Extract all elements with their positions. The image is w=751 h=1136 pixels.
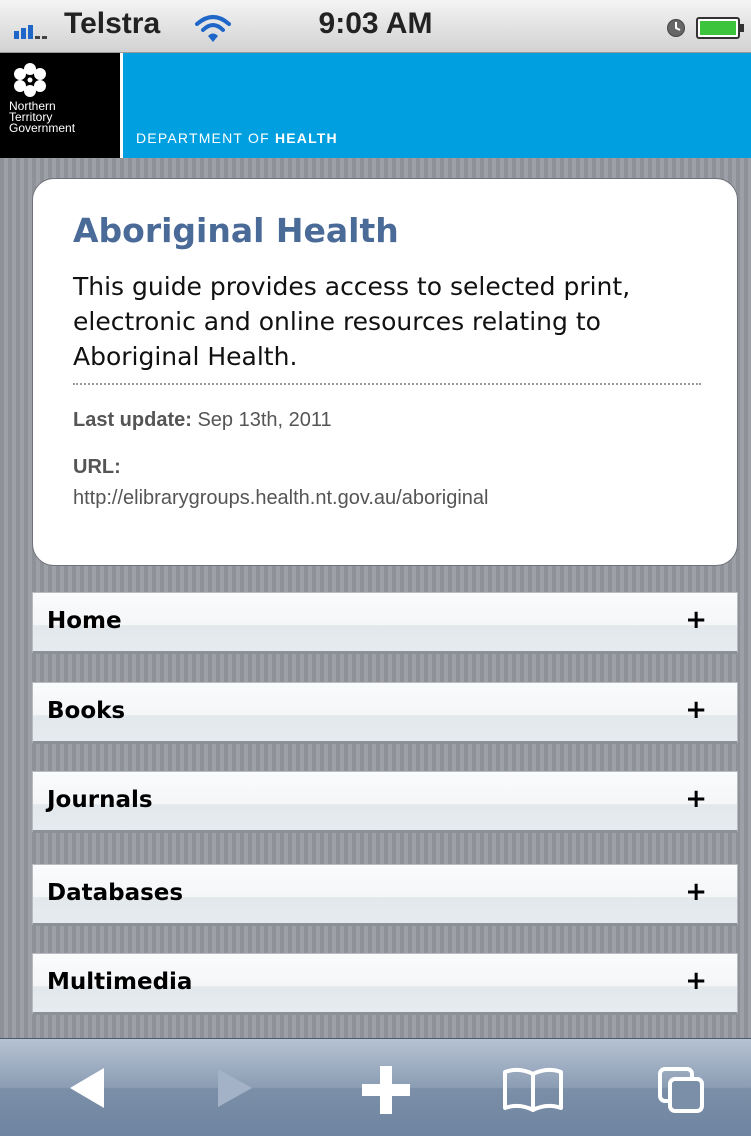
- forward-button[interactable]: [186, 1039, 306, 1136]
- expand-plus-icon[interactable]: +: [685, 784, 707, 814]
- section-multimedia[interactable]: Multimedia +: [32, 953, 738, 1015]
- expand-plus-icon[interactable]: +: [685, 605, 707, 635]
- add-plus-icon: [362, 1066, 410, 1114]
- url-link[interactable]: http://elibrarygroups.health.nt.gov.au/a…: [73, 487, 488, 510]
- page-title: Aboriginal Health: [73, 211, 399, 250]
- expand-plus-icon[interactable]: +: [685, 695, 707, 725]
- section-label: Journals: [47, 787, 153, 813]
- section-label: Books: [47, 698, 126, 724]
- banner-divider: [120, 53, 123, 158]
- section-label: Home: [47, 608, 122, 634]
- section-journals[interactable]: Journals +: [32, 771, 738, 833]
- url-label: URL:: [73, 456, 121, 478]
- section-label: Multimedia: [47, 969, 193, 995]
- status-time: 9:03 AM: [318, 7, 433, 40]
- desert-rose-icon: [14, 63, 46, 97]
- alarm-clock-icon: [667, 19, 685, 37]
- add-bookmark-button[interactable]: [326, 1039, 446, 1136]
- section-label: Databases: [47, 880, 184, 906]
- back-arrow-icon: [70, 1068, 104, 1108]
- section-databases[interactable]: Databases +: [32, 864, 738, 926]
- section-home[interactable]: Home +: [32, 592, 738, 654]
- header-banner: Northern Territory Government DEPARTMENT…: [0, 53, 751, 158]
- bookmarks-book-icon: [503, 1067, 563, 1112]
- guide-description: This guide provides access to selected p…: [73, 272, 631, 371]
- last-update-value: Sep 13th, 2011: [197, 409, 332, 431]
- expand-plus-icon[interactable]: +: [685, 966, 707, 996]
- back-button[interactable]: [40, 1039, 160, 1136]
- forward-arrow-icon: [218, 1069, 252, 1107]
- guide-info-card: Aboriginal Health This guide provides ac…: [32, 178, 738, 566]
- bookmarks-button[interactable]: [473, 1039, 593, 1136]
- logo-text: Northern Territory Government: [9, 99, 76, 135]
- nt-government-logo[interactable]: Northern Territory Government: [0, 53, 120, 158]
- department-title: DEPARTMENT OF HEALTH: [136, 130, 338, 146]
- divider: [73, 383, 701, 385]
- last-update: Last update: Sep 13th, 2011: [73, 409, 332, 432]
- pages-button[interactable]: [622, 1039, 742, 1136]
- battery-icon: [696, 17, 744, 39]
- pages-tabs-icon: [658, 1067, 704, 1113]
- browser-toolbar: [0, 1038, 751, 1136]
- section-books[interactable]: Books +: [32, 682, 738, 744]
- expand-plus-icon[interactable]: +: [685, 877, 707, 907]
- status-bar: Telstra 9:03 AM: [0, 0, 751, 53]
- last-update-label: Last update:: [73, 409, 192, 431]
